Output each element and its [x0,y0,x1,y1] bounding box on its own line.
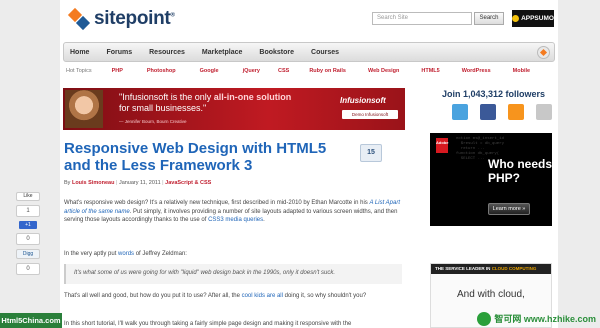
nav-resources[interactable]: Resources [149,49,185,56]
article-title[interactable]: Responsive Web Design with HTML5 and the… [64,140,354,174]
main-nav: Home Forums Resources Marketplace Bookst… [63,42,555,62]
watermark-left: Html5China.com [0,313,62,328]
facebook-icon[interactable] [480,104,496,120]
google-plus-button[interactable]: +1 [19,221,37,229]
topic-html5[interactable]: HTML5 [421,68,439,74]
search-button[interactable]: Search [474,12,504,25]
like-count: 1 [16,205,40,217]
email-icon[interactable] [536,104,552,120]
comment-count-badge[interactable]: 15 [360,144,382,162]
social-icons [452,104,552,120]
ad-headline: And with cloud, [457,289,525,300]
paragraph: In the very aptly put words of Jeffrey Z… [64,251,187,257]
banner-headline: "Infusionsoft is the only all-in-one sol… [119,92,292,102]
followers-heading: Join 1,043,312 followers [442,89,546,99]
learn-more-button[interactable]: Learn more » [488,203,530,215]
sitepoint-logo[interactable]: sitepoint® [67,7,175,31]
testimonial-photo [65,90,103,128]
infusionsoft-logo: Infusionsoft [340,96,386,105]
words-link[interactable]: words [118,251,134,257]
cool-kids-link[interactable]: cool kids are all [242,293,283,299]
topic-wordpress[interactable]: WordPress [462,68,491,74]
watermark-right: 智可网 www.hzhike.com [470,309,600,328]
facebook-like-button[interactable]: Like [16,192,40,201]
demo-button[interactable]: Demo Infusionsoft [342,110,398,119]
twitter-icon[interactable] [452,104,468,120]
banner-headline-2: for small businesses." [119,103,207,113]
digg-button[interactable]: Digg [16,249,40,259]
topic-google[interactable]: Google [200,68,219,74]
infusionsoft-banner-ad[interactable]: "Infusionsoft is the only all-in-one sol… [63,88,405,130]
publish-date: January 11, 2011 [118,180,161,186]
nav-marketplace[interactable]: Marketplace [202,49,242,56]
paragraph: That's all well and good, but how do you… [64,293,367,299]
nav-forums[interactable]: Forums [106,49,132,56]
ad-strip: THE SERVICE LEADER IN CLOUD COMPUTING [431,264,551,274]
hot-topics-bar: Hot Topics PHP Photoshop Google jQuery C… [66,68,552,74]
topic-php[interactable]: PHP [112,68,123,74]
category-link[interactable]: JavaScript & CSS [165,180,211,186]
appsumo-icon [512,15,520,22]
banner-attribution: — Jennifer Bourn, Bourn Creative [119,119,187,124]
topic-web-design[interactable]: Web Design [368,68,399,74]
paragraph: In this short tutorial, I'll walk you th… [64,321,352,327]
topic-css[interactable]: CSS [278,68,289,74]
topic-ruby-on-rails[interactable]: Ruby on Rails [309,68,346,74]
plus-count: 0 [16,233,40,245]
search-input[interactable]: Search Site [372,12,472,25]
logo-mark-icon [67,7,91,31]
nav-courses[interactable]: Courses [311,49,339,56]
topic-mobile[interactable]: Mobile [513,68,530,74]
nav-bookstore[interactable]: Bookstore [259,49,294,56]
share-bar: Like 1 +1 0 Digg 0 [10,192,46,275]
author-link[interactable]: Louis Simoneau [72,180,114,186]
appsumo-badge[interactable]: APPSUMO [512,10,554,27]
byline: By Louis Simoneau | January 11, 2011 | J… [64,180,212,186]
topic-photoshop[interactable]: Photoshop [147,68,176,74]
topic-jquery[interactable]: jQuery [243,68,260,74]
page-container: sitepoint® Search Site Search APPSUMO Ho… [60,0,558,328]
ad-headline: Who needs PHP? [488,157,552,185]
digg-count: 0 [16,263,40,275]
nav-home[interactable]: Home [70,49,89,56]
watermark-logo-icon [477,311,492,326]
paragraph: What's responsive web design? It's a rel… [64,200,401,223]
rss-icon[interactable] [508,104,524,120]
sitepoint-circle-icon[interactable] [537,46,550,59]
blockquote: It's what some of us were going for with… [64,264,402,284]
adobe-php-ad[interactable]: nction ms@_insert_id $result = db_query … [430,133,552,226]
css3-media-queries-link[interactable]: CSS3 media queries [208,217,263,223]
adobe-logo-icon: Adobe [436,138,448,153]
logo-text: sitepoint® [94,8,175,29]
hot-topics-label: Hot Topics [66,68,92,74]
